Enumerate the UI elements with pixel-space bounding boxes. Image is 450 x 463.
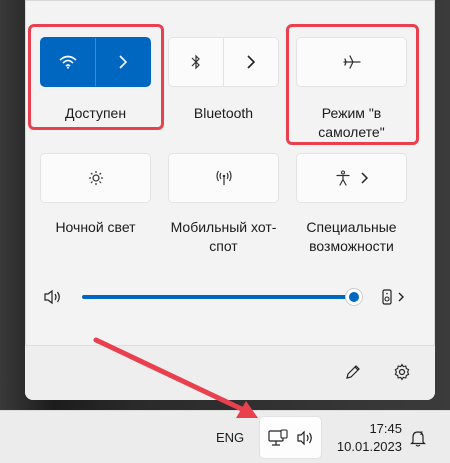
annotation-arrow [93, 337, 258, 418]
